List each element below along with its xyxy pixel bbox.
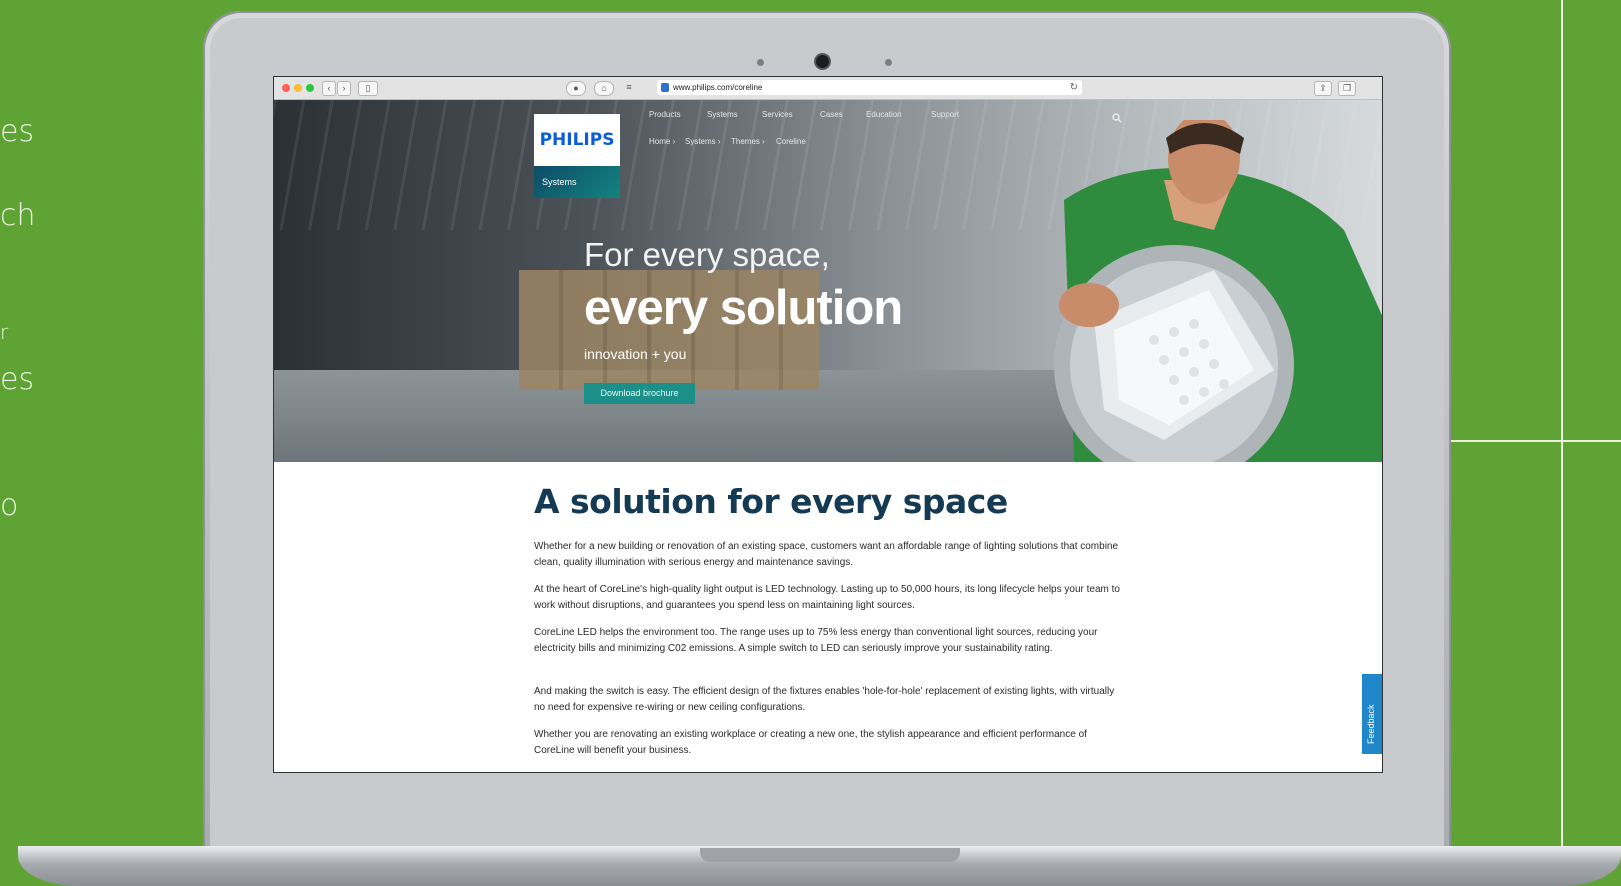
breadcrumb-coreline: Coreline [776, 137, 806, 146]
back-icon[interactable]: ‹ [322, 81, 336, 96]
lock-icon [661, 83, 669, 92]
reload-icon[interactable]: ↻ [1070, 80, 1078, 95]
breadcrumb-home-label: Home [649, 137, 671, 146]
worker-holding-luminaire-image [1054, 120, 1382, 462]
minimize-window-button[interactable] [294, 84, 302, 92]
ad-block-icon[interactable]: ● [566, 81, 586, 96]
logo-wordmark: PHILIPS [534, 114, 620, 166]
breadcrumb-systems[interactable]: Systems › [685, 137, 721, 146]
url-text: www.philips.com/coreline [673, 83, 763, 92]
philips-logo[interactable]: PHILIPS Systems [534, 114, 620, 198]
laptop-notch [700, 848, 960, 862]
feedback-tab[interactable]: Feedback [1362, 674, 1382, 754]
side-text-fragment: es [0, 362, 35, 397]
content-paragraph: Whether for a new building or renovation… [534, 541, 1119, 568]
breadcrumb-themes-label: Themes [731, 137, 760, 146]
feedback-label: Feedback [1366, 704, 1376, 744]
breadcrumb-home[interactable]: Home › [649, 137, 675, 146]
content-paragraph: Whether you are renovating an existing w… [534, 729, 1087, 756]
tabs-icon[interactable]: ❐ [1338, 81, 1356, 96]
content-paragraph: And making the switch is easy. The effic… [534, 686, 1115, 713]
laptop-screen: ‹ › ▯ ● ⌂ ≡ www.philips.com/coreline ↻ ⇪… [273, 76, 1383, 773]
forward-icon[interactable]: › [337, 81, 351, 96]
green-panel-divider-vertical [1561, 0, 1563, 886]
content-paragraph: At the heart of CoreLine's high-quality … [534, 584, 1120, 611]
camera-lens [816, 55, 829, 68]
logo-subtitle: Systems [534, 166, 620, 198]
nav-products[interactable]: Products [649, 110, 681, 119]
zoom-window-button[interactable] [306, 84, 314, 92]
side-text-fragment: es [0, 114, 35, 149]
side-text-fragment: o [0, 488, 19, 523]
nav-education[interactable]: Education [866, 110, 902, 119]
camera-dot-right [885, 59, 892, 66]
hero-heading-line2: every solution [584, 281, 903, 335]
sidebar-icon[interactable]: ▯ [358, 81, 378, 96]
camera-dot-left [757, 59, 764, 66]
side-text-fragment: ch [0, 198, 36, 233]
content-title: A solution for every space [534, 482, 1008, 521]
nav-cases[interactable]: Cases [820, 110, 843, 119]
download-brochure-button[interactable]: Download brochure [584, 383, 695, 404]
nav-services[interactable]: Services [762, 110, 793, 119]
address-bar[interactable]: www.philips.com/coreline ↻ [657, 80, 1082, 95]
nav-support[interactable]: Support [931, 110, 959, 119]
reader-icon[interactable]: ≡ [622, 81, 636, 94]
nav-systems[interactable]: Systems [707, 110, 738, 119]
content-paragraph: CoreLine LED helps the environment too. … [534, 627, 1098, 654]
side-text-fragment: r [0, 320, 9, 344]
extension-icon[interactable]: ⌂ [594, 81, 614, 96]
search-icon[interactable] [1112, 110, 1122, 128]
browser-toolbar: ‹ › ▯ ● ⌂ ≡ www.philips.com/coreline ↻ ⇪… [274, 77, 1382, 100]
close-window-button[interactable] [282, 84, 290, 92]
green-panel-divider-horizontal [1451, 440, 1621, 442]
breadcrumb-systems-label: Systems [685, 137, 716, 146]
share-icon[interactable]: ⇪ [1314, 81, 1332, 96]
hero-banner: PHILIPS Systems Products Systems Service… [274, 100, 1382, 462]
breadcrumb-themes[interactable]: Themes › [731, 137, 765, 146]
hero-heading-line1: For every space, [584, 236, 830, 273]
hero-tagline: innovation + you [584, 346, 687, 362]
